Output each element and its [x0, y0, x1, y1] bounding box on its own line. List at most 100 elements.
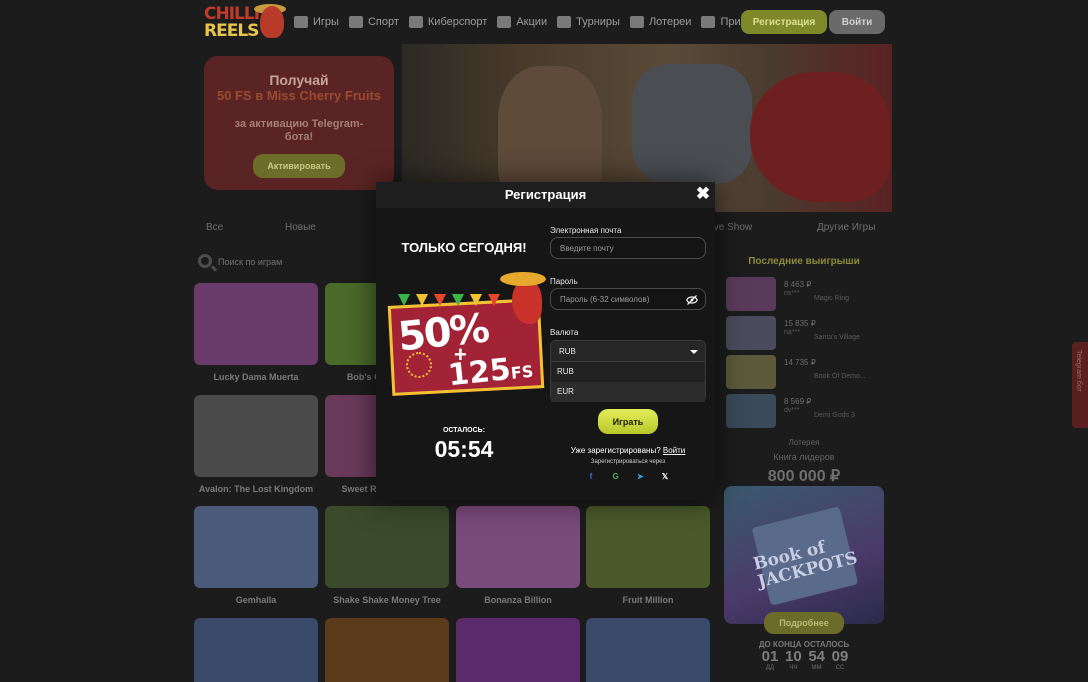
promo-card: Получай 50 FS в Miss Cherry Fruits за ак… — [204, 56, 394, 190]
nav-label: Киберспорт — [427, 16, 488, 28]
nav-item-lotteries[interactable]: Лотереи — [629, 13, 692, 31]
gamepad-icon — [408, 16, 423, 28]
book-of-jackpots-banner[interactable]: Book of JACKPOTS — [724, 486, 884, 624]
currency-option-eur[interactable]: EUR — [551, 382, 705, 402]
game-card[interactable] — [586, 618, 710, 682]
nav-item-games[interactable]: Игры — [294, 13, 339, 31]
nav-label: Акции — [516, 16, 548, 28]
win-user: dv*** — [784, 407, 800, 414]
login-link[interactable]: Войти — [663, 446, 685, 455]
game-thumbnail — [456, 618, 580, 682]
countdown-label: ДО КОНЦА ОСТАЛОСЬ — [758, 640, 850, 649]
countdown-seconds: 09 СС — [830, 648, 850, 672]
social-logins: f G ➤ 𝕏 — [585, 470, 671, 482]
countdown-hours: 10 ЧЧ — [783, 649, 803, 672]
countdown-value: 09 — [831, 648, 849, 665]
logo[interactable]: CHILLI REELS — [202, 4, 286, 42]
nav-item-tournaments[interactable]: Турниры — [557, 13, 620, 31]
countdown-unit: ММ — [811, 665, 822, 671]
chili-mascot-icon — [260, 6, 284, 38]
game-thumbnail — [194, 283, 318, 365]
win-amount: 8 463 ₽ — [784, 280, 812, 289]
win-amount: 8 569 ₽ — [784, 397, 812, 406]
flag-icon — [434, 294, 446, 306]
main-nav: Игры Спорт Киберспорт Акции Турниры Лоте… — [294, 13, 795, 31]
time-left-label: ОСТАЛОСЬ: — [442, 427, 486, 434]
search-icon[interactable] — [198, 254, 212, 268]
x-icon[interactable]: 𝕏 — [659, 470, 671, 482]
nav-item-promotions[interactable]: Акции — [497, 13, 547, 31]
modal-title: Регистрация — [504, 187, 587, 202]
win-game: Demi Gods 3 — [814, 412, 855, 419]
win-user: na*** — [784, 329, 800, 336]
hero-character-explorer — [498, 66, 602, 196]
promo-icon — [497, 16, 512, 28]
hero-character-monster — [750, 72, 890, 202]
game-thumbnail — [456, 506, 580, 588]
close-icon[interactable]: ✖ — [694, 185, 712, 203]
nav-item-sport[interactable]: Спорт — [348, 13, 399, 31]
nav-label: Лотереи — [648, 16, 692, 28]
win-amount: 15 835 ₽ — [784, 319, 816, 328]
game-thumbnail — [194, 506, 318, 588]
nav-label: Спорт — [367, 16, 399, 28]
currency-label: Валюта — [550, 328, 579, 337]
tab-all[interactable]: Все — [206, 222, 223, 233]
leaderboard-title: Книга лидеров — [773, 452, 835, 462]
game-card[interactable]: Bonanza Billion — [456, 506, 580, 605]
win-game: Santa's Village — [814, 334, 860, 341]
hero-character-creature — [632, 64, 752, 184]
telegram-icon[interactable]: ➤ — [634, 470, 646, 482]
nav-item-esports[interactable]: Киберспорт — [408, 13, 488, 31]
win-item[interactable]: 8 463 ₽ ns*** Magic Ring — [726, 277, 886, 311]
email-field[interactable] — [550, 237, 706, 259]
currency-option-rub[interactable]: RUB — [551, 362, 705, 382]
search-input[interactable] — [218, 254, 368, 270]
games-icon — [294, 16, 308, 28]
currency-select[interactable]: RUB — [550, 340, 706, 362]
login-button[interactable]: Войти — [829, 10, 885, 34]
google-icon[interactable]: G — [610, 470, 622, 482]
chili-mascot-icon — [512, 280, 542, 324]
game-title: Gemhalla — [235, 595, 277, 605]
app-icon — [701, 16, 716, 28]
nav-label: Турниры — [576, 16, 620, 28]
countdown-unit: СС — [835, 665, 845, 671]
password-label: Пароль — [550, 277, 578, 286]
today-only-heading: ТОЛЬКО СЕГОДНЯ! — [401, 240, 527, 255]
game-card[interactable] — [194, 618, 318, 682]
game-card[interactable]: Avalon: The Lost Kingdom — [194, 395, 318, 494]
game-card[interactable]: Lucky Dama Muerta — [194, 283, 318, 382]
win-user: ns*** — [784, 290, 800, 297]
telegram-bot-side-tab[interactable]: Telegram бот — [1072, 342, 1088, 428]
game-card[interactable] — [325, 618, 449, 682]
leaderboard-prize: 800 000 ₽ — [767, 468, 841, 485]
tab-other-games[interactable]: Другие Игры — [817, 222, 875, 233]
bonus-fs-unit: FS — [509, 361, 535, 383]
register-button[interactable]: Регистрация — [741, 10, 827, 34]
game-card[interactable] — [456, 618, 580, 682]
win-item[interactable]: 8 569 ₽ dv*** Demi Gods 3 — [726, 394, 886, 428]
game-title: Lucky Dama Muerta — [213, 372, 299, 382]
details-button[interactable]: Подробнее — [764, 612, 844, 634]
win-item[interactable]: 15 835 ₽ na*** Santa's Village — [726, 316, 886, 350]
facebook-icon[interactable]: f — [585, 470, 597, 482]
already-text: Уже зарегистрированы? — [570, 446, 661, 455]
tab-new[interactable]: Новые — [285, 222, 316, 233]
game-card[interactable]: Shake Shake Money Tree — [325, 506, 449, 605]
already-registered: Уже зарегистрированы? Войти — [550, 446, 706, 455]
game-card[interactable]: Fruit Million — [586, 506, 710, 605]
play-button[interactable]: Играть — [598, 409, 658, 434]
promo-line1: Получай — [269, 72, 329, 88]
currency-dropdown: RUB EUR — [550, 362, 706, 402]
password-field[interactable] — [550, 288, 706, 310]
game-thumbnail — [586, 618, 710, 682]
diamond-icon — [629, 16, 644, 28]
countdown-unit: ДД — [765, 665, 775, 671]
eye-off-icon[interactable] — [686, 294, 698, 306]
bonus-fs-number: 125 — [446, 351, 513, 394]
game-card[interactable]: Gemhalla — [194, 506, 318, 605]
win-item[interactable]: 14 735 ₽ Book Of Demo... — [726, 355, 886, 389]
game-thumbnail — [586, 506, 710, 588]
activate-button[interactable]: Активировать — [253, 154, 345, 178]
